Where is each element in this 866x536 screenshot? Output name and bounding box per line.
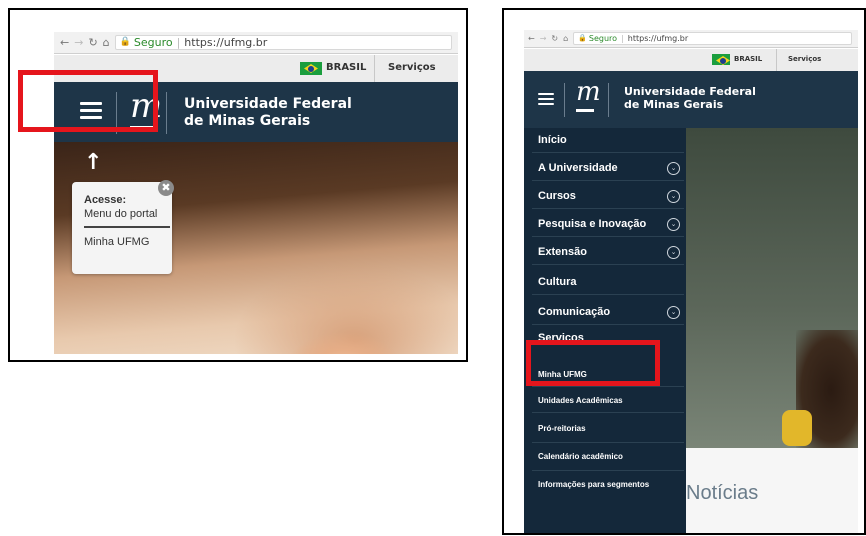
home-icon[interactable]: ⌂ [103, 36, 110, 49]
submenu-item-pro-reitorias[interactable]: Pró-reitorias [538, 424, 586, 433]
menu-item-pesquisa[interactable]: Pesquisa e Inovação [538, 218, 646, 230]
address-bar[interactable]: 🔒 Seguro | https://ufmg.br [114, 34, 452, 51]
back-arrow-icon[interactable]: ← [60, 36, 69, 49]
back-arrow-icon[interactable]: ← [528, 34, 535, 43]
close-icon[interactable]: ✖ [158, 180, 174, 196]
screenshot-panel-right: ← → ↻ ⌂ 🔒 Seguro | https://ufmg.br BRASI… [502, 8, 866, 535]
chevron-down-icon[interactable]: ⌄ [667, 190, 680, 203]
menu-item-comunicacao[interactable]: Comunicação [538, 306, 610, 318]
secure-label: Seguro [588, 33, 618, 43]
menu-item-cursos[interactable]: Cursos [538, 190, 576, 202]
noticias-heading: Notícias [686, 482, 759, 504]
menu-item-a-universidade[interactable]: A Universidade [538, 162, 618, 174]
reload-icon[interactable]: ↻ [551, 34, 558, 43]
highlight-box-menu [18, 70, 158, 132]
lock-icon: 🔒 [119, 37, 131, 48]
servicos-link[interactable]: Serviços [388, 62, 436, 73]
menu-item-cultura[interactable]: Cultura [538, 276, 577, 288]
browser-toolbar: ← → ↻ ⌂ 🔒 Seguro | https://ufmg.br [54, 32, 458, 54]
menu-item-inicio[interactable]: Início [538, 134, 567, 146]
chevron-down-icon[interactable]: ⌄ [667, 306, 680, 319]
browser-toolbar: ← → ↻ ⌂ 🔒 Seguro | https://ufmg.br [524, 30, 858, 48]
tooltip-minha-ufmg-link[interactable]: Minha UFMG [84, 236, 164, 248]
brasil-link[interactable]: BRASIL [734, 55, 762, 63]
address-bar[interactable]: 🔒 Seguro | https://ufmg.br [573, 32, 852, 45]
url-text: https://ufmg.br [627, 33, 689, 43]
brasil-link[interactable]: BRASIL [326, 62, 366, 73]
university-name[interactable]: Universidade Federal de Minas Gerais [184, 96, 352, 130]
screenshot-panel-left: ← → ↻ ⌂ 🔒 Seguro | https://ufmg.br BRASI… [8, 8, 468, 362]
site-header: m Universidade Federal de Minas Gerais [524, 71, 858, 128]
highlight-box-minha-ufmg [526, 340, 660, 386]
gov-bar: BRASIL Serviços [524, 49, 858, 72]
home-icon[interactable]: ⌂ [563, 34, 568, 43]
university-name[interactable]: Universidade Federal de Minas Gerais [624, 85, 756, 111]
reload-icon[interactable]: ↻ [88, 36, 97, 49]
lock-icon: 🔒 [578, 34, 587, 43]
servicos-link[interactable]: Serviços [788, 55, 821, 63]
ufmg-logo-icon[interactable]: m [576, 77, 601, 107]
forward-arrow-icon[interactable]: → [540, 34, 547, 43]
chevron-down-icon[interactable]: ⌄ [667, 162, 680, 175]
hamburger-menu-icon[interactable] [538, 93, 554, 105]
brazil-flag-icon [712, 54, 730, 65]
chevron-down-icon[interactable]: ⌄ [667, 246, 680, 259]
secure-label: Seguro [133, 35, 173, 49]
submenu-item-informacoes[interactable]: Informações para segmentos [538, 480, 649, 489]
tooltip-title: Acesse: [84, 194, 127, 206]
access-tooltip: Acesse: Menu do portal Minha UFMG [72, 182, 172, 274]
submenu-item-calendario[interactable]: Calendário acadêmico [538, 452, 623, 461]
url-text: https://ufmg.br [184, 35, 268, 49]
submenu-item-unidades[interactable]: Unidades Acadêmicas [538, 396, 623, 405]
forward-arrow-icon[interactable]: → [74, 36, 83, 49]
tooltip-menu-link[interactable]: Menu do portal [84, 208, 164, 220]
side-menu: Início A Universidade ⌄ Cursos ⌄ Pesquis… [524, 128, 686, 533]
brazil-flag-icon [300, 62, 322, 75]
chevron-down-icon[interactable]: ⌄ [667, 218, 680, 231]
browser-viewport-menu-open: ← → ↻ ⌂ 🔒 Seguro | https://ufmg.br BRASI… [524, 30, 858, 533]
menu-item-extensao[interactable]: Extensão [538, 246, 587, 258]
up-arrow-icon: ↑ [84, 150, 103, 175]
